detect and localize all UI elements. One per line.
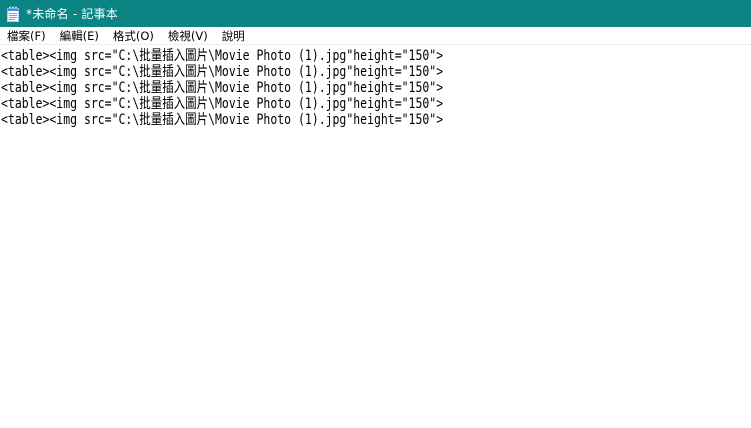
menu-file[interactable]: 檔案(F): [0, 27, 53, 45]
notepad-window: *未命名 - 記事本 檔案(F) 編輯(E) 格式(O) 檢視(V) 說明 <t…: [0, 0, 751, 428]
text-editor-area[interactable]: <table><img src="C:\批量插入圖片\Movie Photo (…: [0, 46, 751, 428]
text-line: <table><img src="C:\批量插入圖片\Movie Photo (…: [1, 96, 444, 112]
text-line: <table><img src="C:\批量插入圖片\Movie Photo (…: [1, 112, 444, 128]
notepad-icon: [6, 6, 20, 22]
menu-format[interactable]: 格式(O): [106, 27, 161, 45]
window-title: *未命名 - 記事本: [26, 7, 118, 21]
menu-help[interactable]: 說明: [215, 27, 252, 45]
text-line: <table><img src="C:\批量插入圖片\Movie Photo (…: [1, 64, 444, 80]
menu-bar: 檔案(F) 編輯(E) 格式(O) 檢視(V) 說明: [0, 27, 751, 45]
text-line: <table><img src="C:\批量插入圖片\Movie Photo (…: [1, 80, 444, 96]
menu-edit[interactable]: 編輯(E): [53, 27, 106, 45]
title-bar[interactable]: *未命名 - 記事本: [0, 0, 751, 27]
menu-view[interactable]: 檢視(V): [161, 27, 215, 45]
text-line: <table><img src="C:\批量插入圖片\Movie Photo (…: [1, 48, 444, 64]
